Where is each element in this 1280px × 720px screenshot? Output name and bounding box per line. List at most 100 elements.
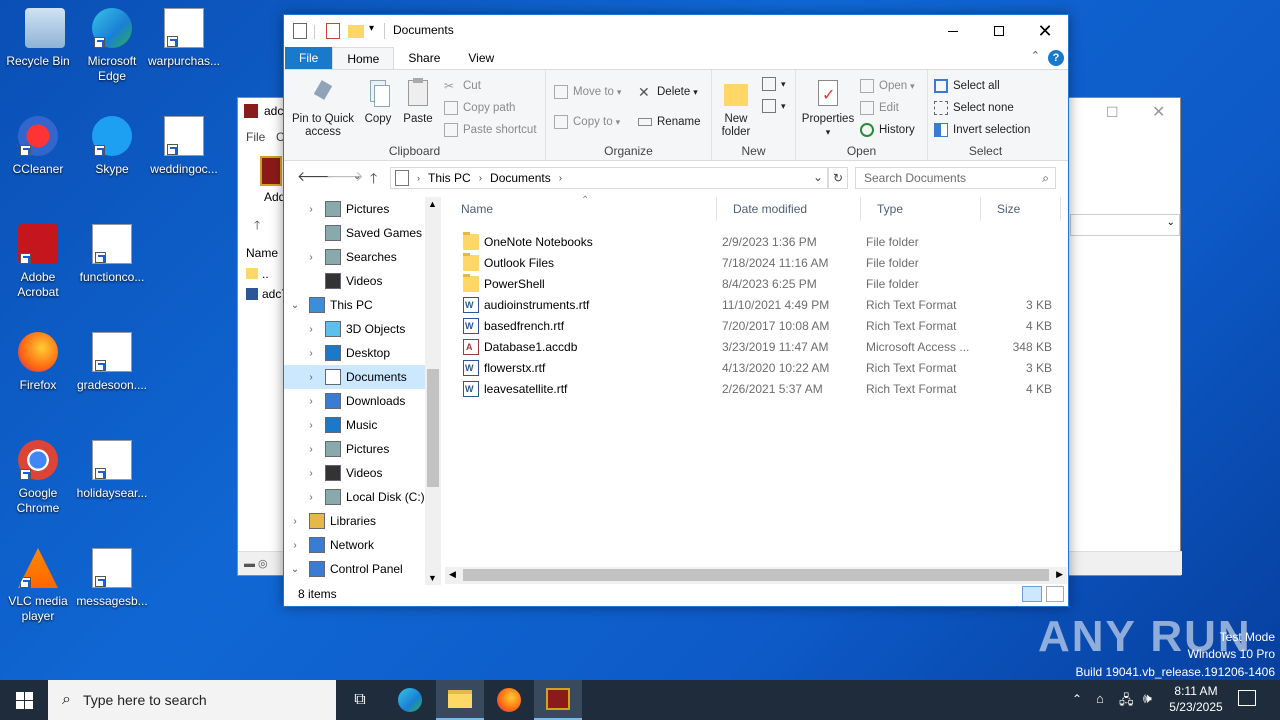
file-row[interactable]: flowerstx.rtf 4/13/2020 10:22 AM Rich Text… xyxy=(445,357,1055,378)
bg-dropdown[interactable]: ⌄ xyxy=(1070,214,1180,236)
search-input[interactable]: Search Documents ⌕ xyxy=(855,167,1056,189)
chevron-right-icon[interactable]: › xyxy=(304,372,318,383)
desktop-icon-skype[interactable]: Skype xyxy=(74,116,150,177)
copy-button[interactable]: Copy xyxy=(360,78,396,126)
nav-item[interactable]: › Local Disk (C:) xyxy=(284,485,441,509)
invert-selection-button[interactable]: Invert selection xyxy=(934,120,1030,140)
chevron-right-icon[interactable]: › xyxy=(304,204,318,215)
new-item-button[interactable]: ▾ xyxy=(762,74,786,94)
scroll-right-icon[interactable]: ▶ xyxy=(1056,569,1063,580)
nav-item[interactable]: ⌄ This PC xyxy=(284,293,441,317)
taskbar-edge[interactable] xyxy=(386,680,434,720)
move-to-button[interactable]: Move to ▾ xyxy=(554,82,621,102)
nav-item[interactable]: › Downloads xyxy=(284,389,441,413)
nav-item[interactable]: › Libraries xyxy=(284,509,441,533)
properties-quick-icon[interactable] xyxy=(293,23,307,39)
rename-button[interactable]: Rename xyxy=(638,112,700,132)
nav-scroll-thumb[interactable] xyxy=(427,369,439,487)
minimize-button[interactable] xyxy=(930,15,976,47)
copy-path-button[interactable]: Copy path xyxy=(444,98,515,118)
refresh-icon[interactable]: ↻ xyxy=(828,167,848,189)
explorer-window[interactable]: ▾ Documents ✕ File Home Share View ⌃ ? P… xyxy=(283,14,1069,607)
bg-maximize-icon[interactable]: ☐ xyxy=(1106,104,1119,121)
column-size[interactable]: Size xyxy=(981,197,1061,221)
desktop-icon-firefox[interactable]: Firefox xyxy=(0,332,76,393)
chevron-down-icon[interactable]: ⌄ xyxy=(288,564,302,575)
desktop-icon-ccleaner[interactable]: CCleaner xyxy=(0,116,76,177)
qat-dropdown-icon[interactable]: ▾ xyxy=(369,23,374,34)
taskbar-search[interactable]: ⌕ Type here to search xyxy=(48,680,336,720)
show-hidden-icons[interactable]: ⌃ xyxy=(1072,692,1082,706)
nav-item[interactable]: › 3D Objects xyxy=(284,317,441,341)
file-row[interactable]: leavesatellite.rtf 2/26/2021 5:37 AM Rich … xyxy=(445,378,1055,399)
desktop-icon-holidaysear[interactable]: holidaysear... xyxy=(74,440,150,501)
desktop-icon-warpurchas[interactable]: warpurchas... xyxy=(146,8,222,69)
taskbar-firefox[interactable] xyxy=(485,680,533,720)
tab-home[interactable]: Home xyxy=(332,47,395,69)
history-button[interactable]: History xyxy=(860,120,915,140)
help-icon[interactable]: ? xyxy=(1048,50,1064,66)
nav-item[interactable]: › Desktop xyxy=(284,341,441,365)
desktop-icon-weddingoc[interactable]: weddingoc... xyxy=(146,116,222,177)
large-icons-view-icon[interactable] xyxy=(1046,586,1064,602)
recent-locations-icon[interactable]: ⌄ xyxy=(353,171,361,182)
checkmark-icon[interactable] xyxy=(326,23,340,39)
start-button[interactable] xyxy=(0,680,48,720)
close-button[interactable]: ✕ xyxy=(1022,15,1068,47)
chevron-right-icon[interactable]: › xyxy=(288,540,302,551)
select-all-button[interactable]: Select all xyxy=(934,76,1000,96)
tab-share[interactable]: Share xyxy=(394,47,454,69)
desktop-icon-recycle-bin[interactable]: Recycle Bin xyxy=(0,8,76,69)
details-view-icon[interactable] xyxy=(1022,586,1042,602)
nav-item[interactable]: Videos xyxy=(284,269,441,293)
nav-item[interactable]: ⌄ Control Panel xyxy=(284,557,441,581)
scroll-left-icon[interactable]: ◀ xyxy=(449,569,456,580)
bg-up-icon[interactable]: 🡑 xyxy=(254,216,260,237)
column-date[interactable]: Date modified xyxy=(717,197,861,221)
nav-item[interactable]: › Documents xyxy=(284,365,441,389)
nav-item[interactable]: Saved Games xyxy=(284,221,441,245)
select-none-button[interactable]: Select none xyxy=(934,98,1014,118)
column-type[interactable]: Type xyxy=(861,197,981,221)
file-row[interactable]: OneNote Notebooks 2/9/2023 1:36 PM File fo… xyxy=(445,231,1055,252)
chevron-right-icon[interactable]: › xyxy=(304,444,318,455)
nav-item[interactable]: › Music xyxy=(284,413,441,437)
tab-view[interactable]: View xyxy=(454,47,508,69)
desktop-icon-microsoft-edge[interactable]: Microsoft Edge xyxy=(74,8,150,84)
nav-item[interactable]: › Pictures xyxy=(284,437,441,461)
easy-access-button[interactable]: ▾ xyxy=(762,96,786,116)
maximize-button[interactable] xyxy=(976,15,1022,47)
desktop-icon-functionco[interactable]: functionco... xyxy=(74,224,150,285)
bg-row-parent[interactable]: .. xyxy=(262,267,269,281)
desktop-icon-vlc[interactable]: VLC media player xyxy=(0,548,76,624)
new-folder-button[interactable]: New folder xyxy=(718,78,754,139)
properties-button[interactable]: ✓ Properties ▾ xyxy=(800,78,856,139)
delete-button[interactable]: ✕ Delete ▾ xyxy=(638,82,698,102)
taskbar-file-explorer[interactable] xyxy=(436,680,484,720)
file-row[interactable]: PowerShell 8/4/2023 6:25 PM File folder xyxy=(445,273,1055,294)
task-view-button[interactable]: ⧉ xyxy=(336,680,384,720)
desktop-icon-gradesoon[interactable]: gradesoon.... xyxy=(74,332,150,393)
clock[interactable]: 8:11 AM 5/23/2025 xyxy=(1162,683,1230,715)
chevron-right-icon[interactable]: › xyxy=(304,468,318,479)
file-row[interactable]: Database1.accdb 3/23/2019 11:47 AM Microso… xyxy=(445,336,1055,357)
new-folder-quick-icon[interactable] xyxy=(348,25,364,38)
chevron-right-icon[interactable]: › xyxy=(304,396,318,407)
column-name[interactable]: Name ⌃ xyxy=(445,195,717,221)
desktop-icon-google-chrome[interactable]: Google Chrome xyxy=(0,440,76,516)
address-bar[interactable]: › This PC › Documents › ⌄ xyxy=(390,167,828,189)
file-row[interactable]: basedfrench.rtf 7/20/2017 10:08 AM Rich Te… xyxy=(445,315,1055,336)
chevron-right-icon[interactable]: › xyxy=(304,492,318,503)
bg-tab-file[interactable]: File xyxy=(246,130,265,144)
scroll-up-icon[interactable]: ▲ xyxy=(428,199,437,209)
nav-item[interactable]: › Network xyxy=(284,533,441,557)
cut-button[interactable]: ✂ Cut xyxy=(444,76,481,96)
bg-col-name[interactable]: Name xyxy=(246,246,278,260)
nav-scrollbar[interactable]: ▲ ▼ xyxy=(425,197,441,585)
chevron-right-icon[interactable]: › xyxy=(288,516,302,527)
up-arrow-icon[interactable]: 🡑 xyxy=(370,168,377,192)
desktop-icon-adobe-acrobat[interactable]: Adobe Acrobat xyxy=(0,224,76,300)
edit-button[interactable]: Edit xyxy=(860,98,899,118)
file-row[interactable]: Outlook Files 7/18/2024 11:16 AM File fold… xyxy=(445,252,1055,273)
nav-item[interactable]: › Pictures xyxy=(284,197,441,221)
